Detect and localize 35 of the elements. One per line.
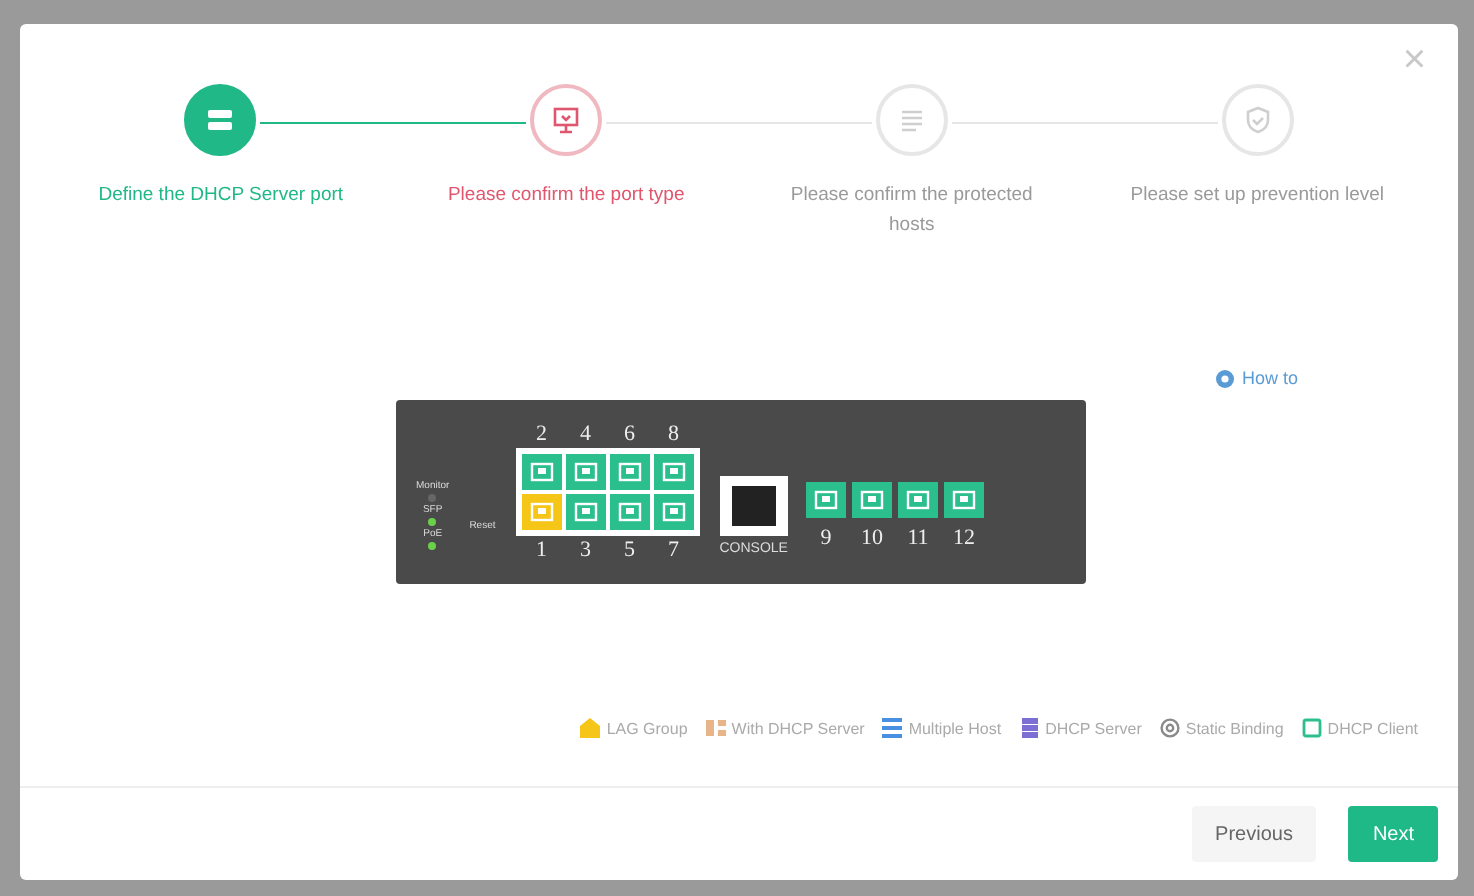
port-number: 6	[624, 420, 635, 448]
legend-label: LAG Group	[606, 719, 688, 737]
step-icon	[1243, 106, 1272, 134]
legend-label: With DHCP Server	[731, 719, 865, 737]
next-button[interactable]: Next	[1348, 806, 1438, 862]
port-number: 9	[820, 523, 832, 551]
legend-label: Multiple Host	[908, 719, 1002, 737]
port-number: 11	[907, 523, 929, 551]
port-icon[interactable]	[851, 481, 892, 517]
port-icon[interactable]	[805, 481, 846, 517]
how-to-link[interactable]: How to	[1215, 368, 1298, 388]
step-label: Please set up prevention level	[1128, 182, 1386, 210]
port-icon[interactable]	[943, 481, 984, 517]
step-label: Please confirm the protected hosts	[788, 182, 1035, 240]
port-number: 12	[952, 523, 975, 551]
legend-label: DHCP Client	[1327, 719, 1418, 737]
port-number: 1	[536, 536, 547, 564]
previous-button[interactable]: Previous	[1191, 806, 1317, 862]
step-icon	[206, 106, 235, 134]
port-icon[interactable]	[897, 481, 938, 517]
close-button[interactable]: ×	[1390, 36, 1438, 86]
port-number: 8	[668, 420, 679, 448]
port-number: 10	[860, 523, 883, 551]
step-label: Define the DHCP Server port	[96, 182, 346, 210]
step-icon	[552, 106, 581, 134]
console-port-icon	[719, 476, 788, 536]
port-number: 2	[536, 420, 547, 448]
port-number: 7	[668, 536, 679, 564]
legend-label: Static Binding	[1185, 719, 1284, 737]
port-number: 3	[580, 536, 591, 564]
port-number: 4	[580, 420, 591, 448]
step-label: Please confirm the port type	[445, 182, 687, 210]
legend-label: DHCP Server	[1045, 719, 1142, 737]
port-number: 5	[624, 536, 635, 564]
step-icon	[897, 106, 926, 134]
